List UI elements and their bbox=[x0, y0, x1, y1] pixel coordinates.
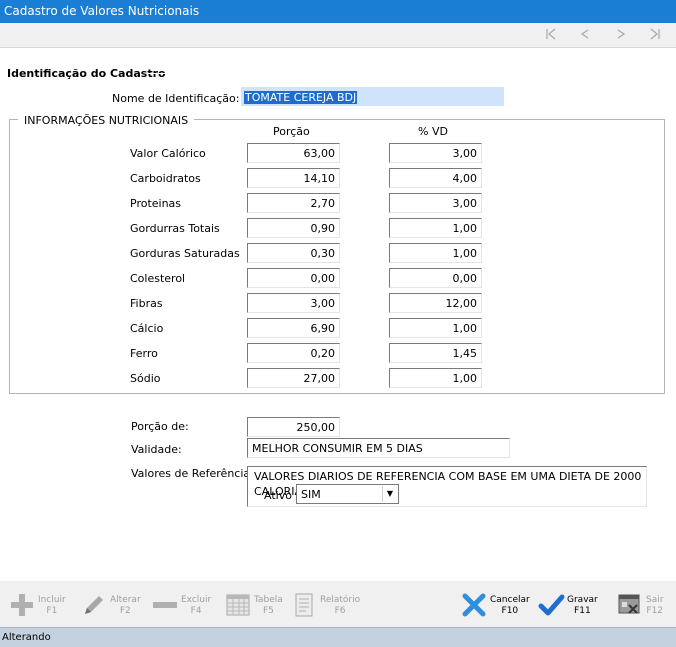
nutrient-label: Gorduras Saturadas bbox=[130, 247, 240, 260]
prev-record-icon[interactable] bbox=[577, 27, 593, 43]
report-icon bbox=[290, 591, 318, 619]
nutrient-label: Valor Calórico bbox=[130, 147, 206, 160]
pencil-icon bbox=[80, 591, 108, 619]
nutrient-porcao-input[interactable]: 0,20 bbox=[247, 343, 340, 363]
ativo-select[interactable]: SIM ▼ bbox=[296, 484, 399, 504]
cancelar-label: Cancelar F10 bbox=[490, 595, 530, 616]
cancel-x-icon bbox=[460, 591, 488, 619]
nutrient-vd-input[interactable]: 1,00 bbox=[389, 368, 482, 388]
nutrient-porcao-input[interactable]: 0,30 bbox=[247, 243, 340, 263]
gravar-button[interactable]: Gravar F11 bbox=[537, 589, 599, 623]
nutrient-porcao-input[interactable]: 3,00 bbox=[247, 293, 340, 313]
nutrient-vd-input[interactable]: 1,45 bbox=[389, 343, 482, 363]
nutrient-vd-input[interactable]: 1,00 bbox=[389, 318, 482, 338]
window-title: Cadastro de Valores Nutricionais bbox=[4, 4, 200, 18]
nutrient-label: Sódio bbox=[130, 372, 161, 385]
incluir-label: Incluir F1 bbox=[38, 595, 66, 616]
nutrient-porcao-input[interactable]: 2,70 bbox=[247, 193, 340, 213]
incluir-button[interactable]: Incluir F1 bbox=[8, 589, 70, 623]
relatorio-label: Relatório F6 bbox=[320, 595, 361, 616]
plus-icon bbox=[8, 591, 36, 619]
porcao-de-input[interactable]: 250,00 bbox=[247, 417, 340, 437]
valores-referencia-label: Valores de Referência bbox=[131, 467, 251, 480]
nutrient-label: Carboidratos bbox=[130, 172, 201, 185]
ativo-label: Ativo bbox=[264, 489, 292, 502]
nutrient-vd-input[interactable]: 12,00 bbox=[389, 293, 482, 313]
excluir-label: Excluir F4 bbox=[181, 595, 212, 616]
nutrient-vd-input[interactable]: 1,00 bbox=[389, 243, 482, 263]
nutrient-label: Fibras bbox=[130, 297, 163, 310]
next-record-icon[interactable] bbox=[613, 27, 629, 43]
tabela-label: Tabela F5 bbox=[254, 595, 283, 616]
form-divider bbox=[4, 516, 672, 517]
validade-label: Validade: bbox=[131, 443, 182, 456]
nutrient-label: Cálcio bbox=[130, 322, 164, 335]
cancelar-button[interactable]: Cancelar F10 bbox=[460, 589, 532, 623]
col-header-vd: % VD bbox=[418, 125, 448, 138]
nutrient-label: Ferro bbox=[130, 347, 158, 360]
nutrient-porcao-input[interactable]: 0,90 bbox=[247, 218, 340, 238]
nome-identificacao-value: TOMATE CEREJA BDJ bbox=[244, 91, 358, 104]
ativo-select-value: SIM bbox=[301, 488, 321, 501]
status-text: Alterando bbox=[2, 632, 51, 643]
nutrient-label: Gordurras Totais bbox=[130, 222, 220, 235]
nutrient-porcao-input[interactable]: 27,00 bbox=[247, 368, 340, 388]
tabela-button[interactable]: Tabela F5 bbox=[224, 589, 284, 623]
sair-button[interactable]: Sair F12 bbox=[616, 589, 676, 623]
nutrient-vd-input[interactable]: 3,00 bbox=[389, 193, 482, 213]
exit-door-icon bbox=[616, 591, 644, 619]
gravar-label: Gravar F11 bbox=[567, 595, 598, 616]
nutrient-vd-input[interactable]: 1,00 bbox=[389, 218, 482, 238]
nutrition-group-title: INFORMAÇÕES NUTRICIONAIS bbox=[18, 114, 195, 127]
porcao-de-label: Porção de: bbox=[131, 420, 189, 433]
nutrient-label: Proteinas bbox=[130, 197, 182, 210]
first-record-icon[interactable] bbox=[543, 27, 559, 43]
nutrient-vd-input[interactable]: 0,00 bbox=[389, 268, 482, 288]
chevron-down-icon[interactable]: ▼ bbox=[382, 486, 397, 502]
table-icon bbox=[224, 591, 252, 619]
nutrient-vd-input[interactable]: 3,00 bbox=[389, 143, 482, 163]
nutrient-porcao-input[interactable]: 0,00 bbox=[247, 268, 340, 288]
nutrient-vd-input[interactable]: 4,00 bbox=[389, 168, 482, 188]
alterar-label: Alterar F2 bbox=[110, 595, 141, 616]
alterar-button[interactable]: Alterar F2 bbox=[80, 589, 142, 623]
validade-input[interactable]: MELHOR CONSUMIR EM 5 DIAS bbox=[247, 438, 510, 458]
nutrient-porcao-input[interactable]: 6,90 bbox=[247, 318, 340, 338]
record-navigator bbox=[0, 23, 676, 47]
sair-label: Sair F12 bbox=[646, 595, 664, 616]
nutrient-porcao-input[interactable]: 63,00 bbox=[247, 143, 340, 163]
section-divider bbox=[146, 73, 666, 74]
last-record-icon[interactable] bbox=[647, 27, 663, 43]
section-title: Identificação do Cadastro bbox=[7, 67, 166, 80]
col-header-porcao: Porção bbox=[273, 125, 310, 138]
nome-identificacao-label: Nome de Identificação: bbox=[112, 92, 240, 105]
check-icon bbox=[537, 591, 565, 619]
nutrient-porcao-input[interactable]: 14,10 bbox=[247, 168, 340, 188]
nome-identificacao-input[interactable]: TOMATE CEREJA BDJ bbox=[241, 87, 504, 106]
status-bar: Alterando bbox=[0, 627, 676, 647]
relatorio-button[interactable]: Relatório F6 bbox=[290, 589, 362, 623]
excluir-button[interactable]: Excluir F4 bbox=[151, 589, 213, 623]
window-titlebar: Cadastro de Valores Nutricionais bbox=[0, 0, 676, 23]
action-toolbar: Incluir F1 Alterar F2 Excluir F4 Tabela F5 R… bbox=[0, 581, 676, 627]
minus-icon bbox=[151, 591, 179, 619]
nutrient-label: Colesterol bbox=[130, 272, 186, 285]
